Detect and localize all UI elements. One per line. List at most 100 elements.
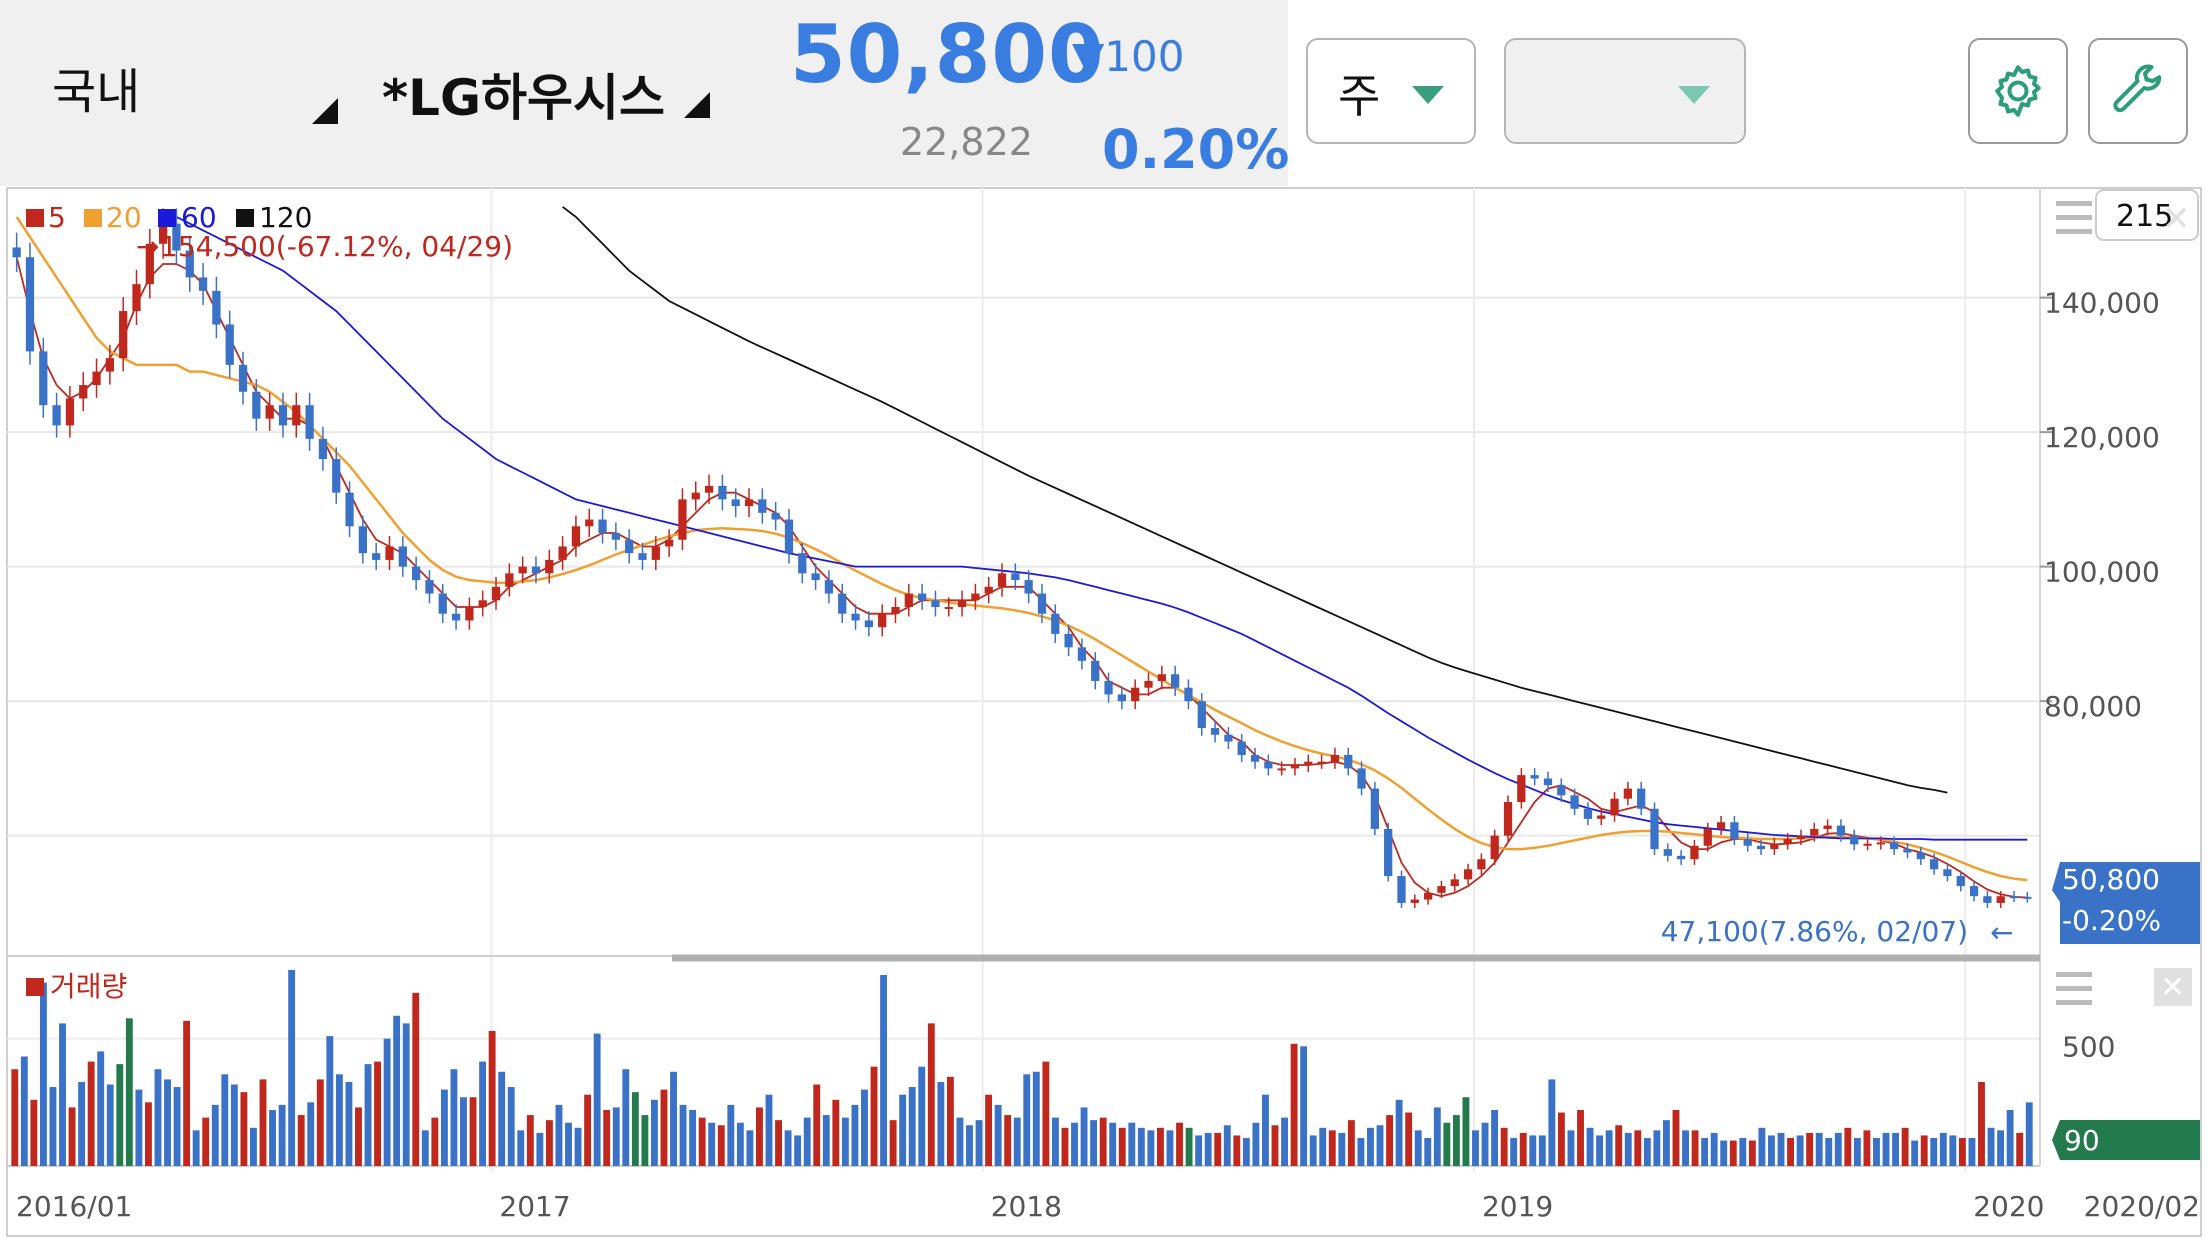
visible-count-box[interactable]: 215 ✕ <box>2095 189 2199 241</box>
volume-bar <box>736 1122 744 1166</box>
candle-body <box>119 311 128 359</box>
y-tick-label: 80,000 <box>2044 690 2142 723</box>
volume-bar <box>1538 1135 1546 1166</box>
candle-body <box>1796 835 1806 840</box>
volume-bar <box>106 1084 114 1166</box>
volume-bar <box>775 1120 782 1166</box>
candle-body <box>292 405 301 426</box>
volume-bar <box>1271 1125 1279 1166</box>
volume-bar <box>383 1038 391 1166</box>
volume-bar <box>30 1099 38 1166</box>
candle-body <box>758 499 767 513</box>
secondary-dropdown[interactable] <box>1504 38 1746 144</box>
volume-bar <box>622 1069 630 1166</box>
volume-bar <box>1978 1081 1985 1166</box>
volume-bar <box>708 1122 716 1166</box>
low-annotation: 47,100(7.86%, 02/07) <box>1661 915 1968 948</box>
volume-bar <box>1930 1137 1938 1166</box>
market-selector-label[interactable]: 국내 <box>52 52 140 122</box>
candle-body <box>1477 859 1486 870</box>
volume-bar <box>1338 1132 1346 1166</box>
candle-body <box>1330 754 1340 762</box>
volume-bar <box>135 1089 143 1166</box>
stock-selector-corner-icon[interactable] <box>684 92 710 118</box>
volume-bar <box>1672 1109 1680 1166</box>
candle-body <box>1517 775 1526 803</box>
stock-selector-label[interactable]: *LG하우시스 <box>382 58 665 130</box>
volume-bar <box>1577 1109 1584 1166</box>
volume-bar <box>116 1064 124 1166</box>
volume-bar <box>698 1117 706 1166</box>
volume-bar <box>1023 1074 1031 1166</box>
volume-bar <box>488 1031 496 1166</box>
candle-body <box>1037 593 1047 614</box>
volume-close-button[interactable]: ✕ <box>2154 968 2192 1006</box>
volume-bar <box>11 1069 19 1166</box>
volume-bar <box>1844 1127 1852 1166</box>
candle-body <box>1024 580 1033 594</box>
candle-body <box>585 519 594 527</box>
volume-bar <box>1166 1130 1174 1166</box>
volume-bar <box>1137 1127 1145 1166</box>
volume-bar <box>565 1122 572 1166</box>
volume-bar <box>908 1087 916 1166</box>
candle-body <box>1597 815 1606 819</box>
candle-body <box>1836 825 1846 836</box>
candle-body <box>1850 835 1859 845</box>
volume-bar <box>59 1023 66 1166</box>
volume-bar <box>288 969 296 1166</box>
candle-body <box>1557 785 1566 796</box>
candle-body <box>891 606 900 614</box>
candle-body <box>931 600 940 607</box>
volume-bar <box>1796 1135 1804 1166</box>
close-icon[interactable]: ✕ <box>2162 199 2191 239</box>
volume-bar <box>1147 1130 1155 1166</box>
period-dropdown[interactable]: 주 <box>1306 38 1476 144</box>
volume-bar <box>1452 1115 1460 1166</box>
volume-bar <box>1758 1127 1766 1166</box>
menu-icon-bar <box>2056 986 2092 991</box>
volume-bar <box>1472 1130 1479 1166</box>
candle-body <box>838 593 847 614</box>
volume-bar <box>1768 1135 1775 1166</box>
candle-body <box>1397 876 1406 903</box>
volume-bar <box>1873 1137 1880 1166</box>
high-annotation: 154,500(-67.12%, 04/29) <box>160 230 513 263</box>
candle-body <box>1197 701 1206 729</box>
last-price-tag-price: 50,800 <box>2062 863 2160 896</box>
volume-bar <box>650 1099 658 1166</box>
volume-bar <box>1357 1137 1365 1166</box>
volume-bar <box>555 1104 563 1166</box>
volume-bar <box>994 1104 1002 1166</box>
candle-menu-button[interactable] <box>2056 201 2092 234</box>
y-tick-label: 120,000 <box>2044 421 2160 454</box>
volume-bar <box>393 1015 401 1166</box>
volume-bar <box>545 1120 553 1166</box>
candle-body <box>425 580 434 594</box>
volume-bar <box>1586 1127 1594 1166</box>
candle-body <box>1237 741 1246 755</box>
candle-body <box>971 593 980 601</box>
volume-bar <box>841 1117 849 1166</box>
tools-button[interactable] <box>2088 38 2188 144</box>
candle-body <box>1503 802 1513 836</box>
volume-bar <box>240 1092 248 1166</box>
volume-bar <box>1557 1112 1565 1166</box>
candle-body <box>1930 859 1939 870</box>
volume-last-value: 90 <box>2064 1124 2100 1157</box>
volume-bar <box>536 1132 544 1166</box>
candle-body <box>438 593 447 614</box>
market-selector-corner-icon[interactable] <box>312 98 338 124</box>
volume-legend-swatch <box>26 978 44 996</box>
candle-body <box>651 546 660 560</box>
volume-bar <box>2006 1109 2014 1166</box>
x-tick-label: 2020/02 <box>2084 1190 2200 1223</box>
candle-body <box>491 586 501 601</box>
volume-menu-button[interactable] <box>2056 972 2092 1005</box>
chevron-down-icon <box>1412 86 1444 104</box>
volume-bar <box>1414 1130 1422 1166</box>
settings-button[interactable] <box>1968 38 2068 144</box>
volume-bar <box>2025 1102 2033 1166</box>
volume-bar <box>68 1107 76 1166</box>
candle-body <box>1144 680 1153 688</box>
